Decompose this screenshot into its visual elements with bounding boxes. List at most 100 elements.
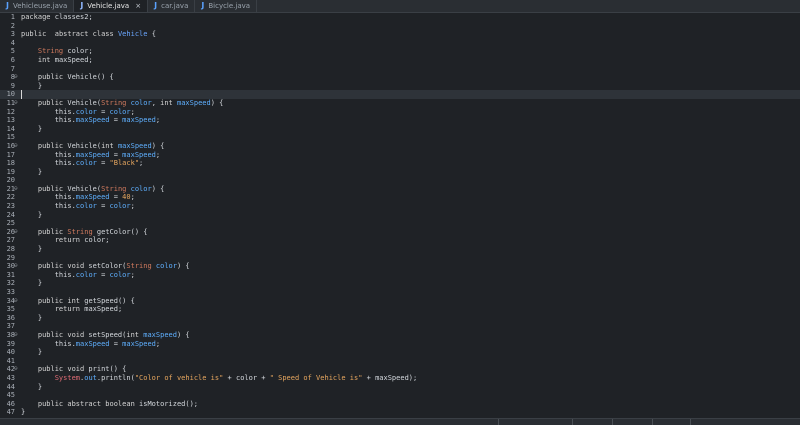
fold-toggle-icon[interactable]: ⊖ [14, 331, 18, 340]
code-token: ; [139, 159, 144, 168]
code-line[interactable]: 20 [0, 176, 800, 185]
code-line[interactable]: 24 } [0, 211, 800, 220]
code-token: this. [21, 193, 76, 202]
code-token: public [37, 184, 64, 193]
code-line[interactable]: 32 } [0, 279, 800, 288]
code-token: maxSpeed [122, 339, 156, 348]
code-line[interactable]: 16 ⊖ public Vehicle(int maxSpeed) { [0, 142, 800, 151]
line-number: 39 [6, 339, 15, 348]
code-text: this.maxSpeed = maxSpeed; [21, 340, 160, 349]
code-line[interactable]: 46 public abstract boolean isMotorized()… [0, 400, 800, 409]
code-line[interactable]: 28 } [0, 245, 800, 254]
tab-car-java[interactable]: Jcar.java [148, 0, 196, 12]
code-line[interactable]: 11 ⊖ public Vehicle(String color, int max… [0, 99, 800, 108]
code-token: color [75, 107, 97, 116]
code-line[interactable]: 39 this.maxSpeed = maxSpeed; [0, 340, 800, 349]
code-line[interactable]: 9 } [0, 82, 800, 91]
code-line[interactable]: 22 this.maxSpeed = 40; [0, 193, 800, 202]
code-line[interactable]: 10 [0, 90, 800, 99]
code-line[interactable]: 41 [0, 357, 800, 366]
code-line[interactable]: 25 [0, 219, 800, 228]
code-line[interactable]: 8 ⊖ public Vehicle() { [0, 73, 800, 82]
line-number: 43 [6, 373, 15, 382]
code-line[interactable]: 5 String color; [0, 47, 800, 56]
line-number: 2 [10, 21, 15, 30]
code-line[interactable]: 42 ⊖ public void print() { [0, 365, 800, 374]
fold-toggle-icon[interactable]: ⊖ [14, 262, 18, 271]
tab-vehicle-java[interactable]: J Vehicle.java × [74, 0, 149, 12]
code-line[interactable]: 29 [0, 254, 800, 263]
fold-toggle-icon[interactable]: ⊖ [14, 228, 18, 237]
code-line[interactable]: 36 } [0, 314, 800, 323]
code-line[interactable]: 34 ⊖ public int getSpeed() { [0, 297, 800, 306]
code-token: isMotorized(); [134, 399, 199, 408]
code-line[interactable]: 31 this.color = color; [0, 271, 800, 280]
code-text: int maxSpeed; [21, 56, 93, 65]
code-line[interactable]: 21 ⊖ public Vehicle(String color) { [0, 185, 800, 194]
code-line[interactable]: 1 package classes2; [0, 13, 800, 22]
line-number: 36 [6, 313, 15, 322]
tab-vehicleuse-java[interactable]: J Vehicleuse.java [0, 0, 75, 12]
java-file-icon: J [6, 1, 9, 10]
code-line[interactable]: 37 [0, 322, 800, 331]
line-number: 41 [6, 356, 15, 365]
code-line[interactable]: 19 } [0, 168, 800, 177]
code-line[interactable]: 30 ⊖ public void setColor(String color) { [0, 262, 800, 271]
code-line[interactable]: 44 } [0, 383, 800, 392]
code-editor[interactable]: 1 package classes2; 2 3 public abstract clas… [0, 13, 800, 418]
code-line[interactable]: 35 return maxSpeed; [0, 305, 800, 314]
code-line[interactable]: 2 [0, 22, 800, 31]
fold-toggle-icon[interactable]: ⊖ [14, 99, 18, 108]
code-text: } [21, 125, 42, 134]
tab-bicycle-java[interactable]: J Bicycle.java [195, 0, 258, 12]
code-line[interactable]: 23 this.color = color; [0, 202, 800, 211]
code-line[interactable]: 7 [0, 65, 800, 74]
code-line[interactable]: 12 this.color = color; [0, 108, 800, 117]
line-number: 19 [6, 167, 15, 176]
code-line[interactable]: 38 ⊖ public void setSpeed(int maxSpeed) { [0, 331, 800, 340]
code-line[interactable]: 43 System.out.println("Color of vehicle … [0, 374, 800, 383]
status-bar [0, 418, 800, 425]
code-line[interactable]: 18 this.color = "Black"; [0, 159, 800, 168]
code-line[interactable]: 13 this.maxSpeed = maxSpeed; [0, 116, 800, 125]
code-token: , [151, 98, 161, 107]
code-token: "Black" [109, 159, 140, 168]
code-line[interactable]: 33 [0, 288, 800, 297]
code-line[interactable]: 27 return color; [0, 236, 800, 245]
code-line[interactable]: 14 } [0, 125, 800, 134]
code-token: ; [130, 202, 135, 211]
code-token: this. [21, 159, 76, 168]
code-line[interactable]: 26 ⊖ public String getColor() { [0, 228, 800, 237]
code-token: getSpeed() { [80, 296, 135, 305]
fold-toggle-icon[interactable]: ⊖ [14, 297, 18, 306]
code-token: public void [37, 262, 85, 271]
code-text: this.maxSpeed = maxSpeed; [21, 151, 160, 160]
code-token: classes2; [50, 13, 93, 21]
code-text: } [21, 168, 42, 177]
code-line[interactable]: 45 [0, 391, 800, 400]
code-line[interactable]: 17 this.maxSpeed = maxSpeed; [0, 151, 800, 160]
code-token: getColor() { [92, 227, 148, 236]
fold-toggle-icon[interactable]: ⊖ [14, 73, 18, 82]
code-line[interactable]: 15 [0, 133, 800, 142]
code-line[interactable]: 40 } [0, 348, 800, 357]
code-line[interactable]: 4 [0, 39, 800, 48]
code-text: this.color = "Black"; [21, 159, 144, 168]
close-icon[interactable]: × [135, 2, 141, 10]
tab-label: Vehicleuse.java [12, 1, 68, 10]
fold-toggle-icon[interactable]: ⊖ [14, 142, 18, 151]
fold-toggle-icon[interactable]: ⊖ [14, 185, 18, 194]
code-line[interactable]: 6 int maxSpeed; [0, 56, 800, 65]
fold-toggle-icon[interactable]: ⊖ [14, 365, 18, 374]
code-token: color [75, 202, 97, 211]
code-token: ) { [176, 330, 190, 339]
code-line[interactable]: 47} [0, 408, 800, 417]
code-line[interactable]: 3 public abstract class Vehicle { [0, 30, 800, 39]
